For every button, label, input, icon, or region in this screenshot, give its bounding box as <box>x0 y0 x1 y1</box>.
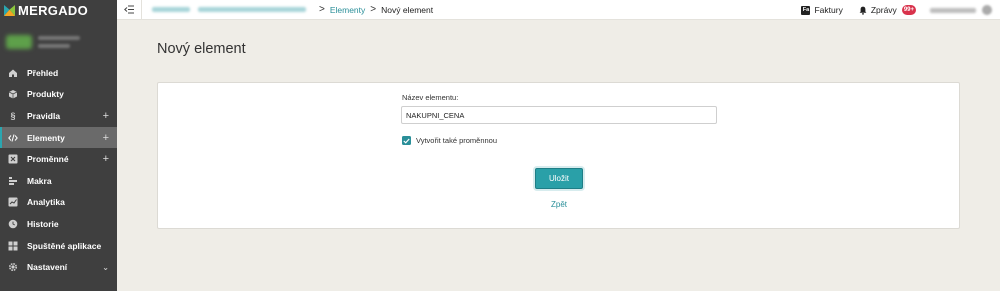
gear-icon <box>8 262 18 272</box>
element-name-label: Název elementu: <box>402 93 459 102</box>
breadcrumb-separator: > <box>370 4 377 15</box>
sidebar-collapse-button[interactable] <box>117 0 141 20</box>
breadcrumb-separator: > <box>319 4 325 15</box>
topbar-divider <box>141 0 142 20</box>
checkmark-icon <box>403 138 410 144</box>
sidebar-item-label: Produkty <box>27 89 64 100</box>
collapse-menu-icon <box>124 5 134 14</box>
topbar: > Elementy > Nový element Fa Faktury Zpr… <box>117 0 1000 20</box>
sidebar-item-label: Spuštěné aplikace <box>27 240 102 251</box>
create-variable-label: Vytvořit také proměnnou <box>416 136 498 145</box>
element-name-input[interactable] <box>401 106 717 124</box>
save-button[interactable]: Uložit <box>535 168 583 189</box>
account-logo <box>6 35 32 49</box>
section-icon: § <box>10 110 16 121</box>
create-variable-checkbox[interactable] <box>402 136 411 145</box>
macro-icon <box>8 176 18 186</box>
sidebar-item-label: Pravidla <box>27 110 61 121</box>
messages-count-badge: 99+ <box>901 5 916 15</box>
mergado-logo[interactable]: MERGADO <box>0 0 117 20</box>
account-switcher[interactable] <box>0 22 117 62</box>
sidebar-item-produkty[interactable]: Produkty <box>0 84 117 106</box>
code-icon <box>8 133 18 143</box>
back-link[interactable]: Zpět <box>536 200 582 209</box>
sidebar-item-promenne[interactable]: Proměnné + <box>0 148 117 170</box>
avatar <box>982 5 992 15</box>
sidebar-item-label: Analytika <box>27 197 65 208</box>
create-variable-option[interactable]: Vytvořit také proměnnou <box>402 136 497 145</box>
sidebar-item-label: Nastavení <box>27 262 68 273</box>
sidebar-item-spustene-aplikace[interactable]: Spuštěné aplikace <box>0 235 117 257</box>
sidebar-item-pravidla[interactable]: § Pravidla + <box>0 105 117 127</box>
user-name-blurred <box>930 7 976 13</box>
user-menu[interactable] <box>930 5 1000 15</box>
breadcrumb-current: Nový element <box>381 4 434 15</box>
add-variable-button[interactable]: + <box>103 153 109 165</box>
history-icon <box>8 219 18 229</box>
sidebar-item-elementy[interactable]: Elementy + <box>0 126 117 149</box>
sidebar-item-label: Historie <box>27 218 59 229</box>
sidebar-item-label: Proměnné <box>27 154 69 165</box>
apps-icon <box>8 241 18 251</box>
topbar-actions: Fa Faktury Zprávy 99+ <box>801 0 1000 20</box>
breadcrumb-blurred-project[interactable] <box>152 7 190 12</box>
add-rule-button[interactable]: + <box>103 110 109 122</box>
chart-icon <box>8 197 18 207</box>
mergado-logo-icon <box>4 4 15 16</box>
chevron-down-icon[interactable]: ⌄ <box>102 263 109 272</box>
sidebar-item-analytika[interactable]: Analytika <box>0 192 117 214</box>
messages-button[interactable]: Zprávy 99+ <box>859 5 916 15</box>
sidebar-item-label: Elementy <box>27 132 65 143</box>
invoices-button[interactable]: Fa Faktury <box>801 5 843 15</box>
sidebar-nav: Přehled Produkty § Pravidla + Elementy +… <box>0 62 117 278</box>
sidebar: MERGADO Přehled Produkty § Pravidla + El… <box>0 0 117 291</box>
add-element-button[interactable]: + <box>103 132 109 144</box>
new-element-form-card: Název elementu: Vytvořit také proměnnou … <box>157 82 960 229</box>
breadcrumb: > Elementy > Nový element <box>152 4 433 15</box>
box-icon <box>8 89 18 99</box>
home-icon <box>8 68 18 78</box>
variable-icon <box>8 154 18 164</box>
messages-label: Zprávy <box>870 5 897 15</box>
sidebar-item-label: Přehled <box>27 67 59 78</box>
sidebar-item-label: Makra <box>27 175 52 186</box>
sidebar-item-historie[interactable]: Historie <box>0 213 117 235</box>
breadcrumb-elementy-link[interactable]: Elementy <box>330 5 365 15</box>
sidebar-item-nastaveni[interactable]: Nastavení ⌄ <box>0 256 117 278</box>
sidebar-item-prehled[interactable]: Přehled <box>0 62 117 84</box>
breadcrumb-blurred-feed[interactable] <box>198 7 306 12</box>
page-title: Nový element <box>157 41 246 57</box>
bell-icon <box>859 6 867 15</box>
invoice-icon: Fa <box>801 5 811 15</box>
invoices-label: Faktury <box>814 5 843 15</box>
account-name-blurred <box>38 36 80 48</box>
brand-name: MERGADO <box>18 2 88 18</box>
sidebar-item-makra[interactable]: Makra <box>0 170 117 192</box>
